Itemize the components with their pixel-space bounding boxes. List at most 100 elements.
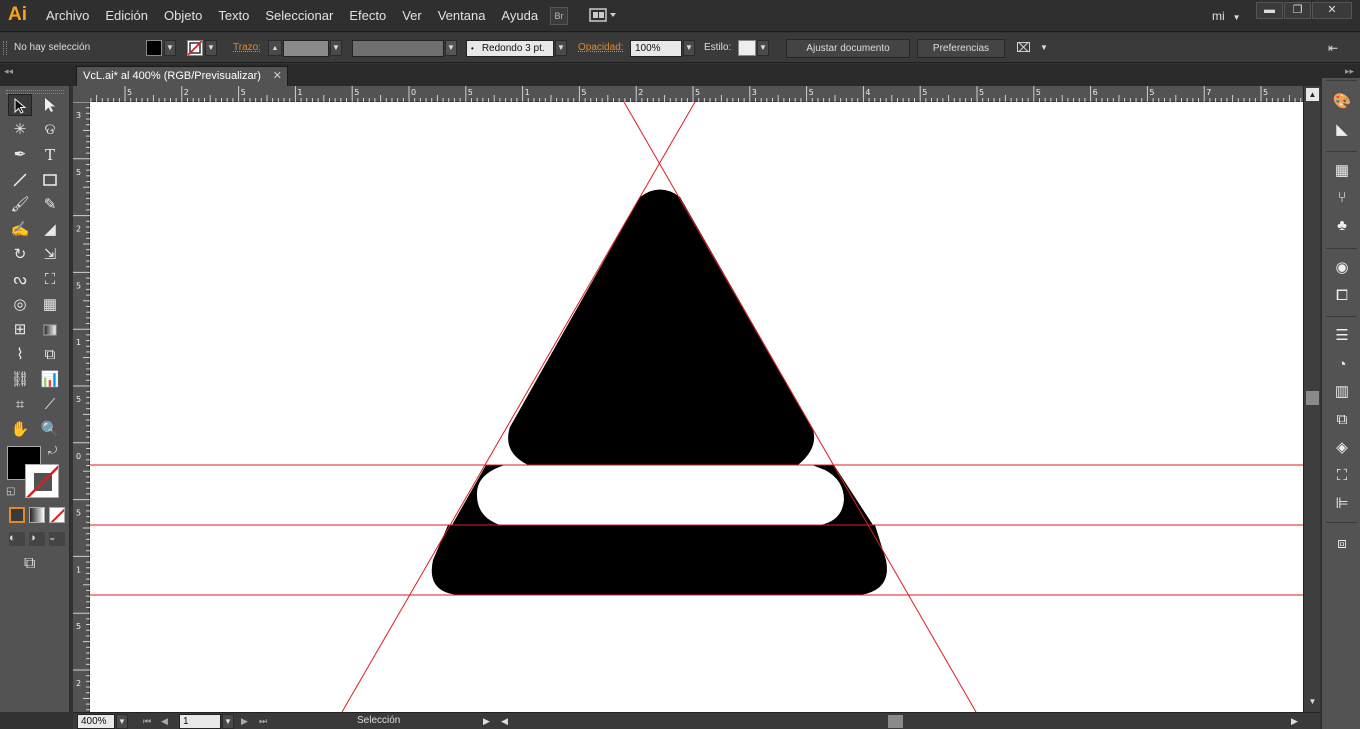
next-artboard-icon[interactable]: ▶ xyxy=(241,714,248,729)
magic-wand-tool[interactable]: ✳ xyxy=(8,119,32,141)
middle-white-band[interactable] xyxy=(477,477,844,525)
stroke-dropdown[interactable]: ▼ xyxy=(205,40,217,56)
close-tab-icon[interactable]: ✕ xyxy=(273,67,282,85)
paintbrush-tool[interactable]: 🖌 xyxy=(8,194,32,216)
preferences-button[interactable]: Preferencias xyxy=(917,39,1005,58)
eyedropper-tool[interactable]: ⌇ xyxy=(8,344,32,366)
draw-behind-button[interactable]: ◑ xyxy=(29,532,45,546)
default-colors-icon[interactable]: ◱ xyxy=(6,486,15,497)
transform-icon[interactable]: ⛶ xyxy=(1330,464,1354,488)
symbol-sprayer-tool[interactable]: ⛓ xyxy=(8,369,32,391)
collapse-right-icon[interactable]: ▸▸ xyxy=(1345,66,1354,77)
type-tool[interactable]: T xyxy=(38,144,62,166)
artboard-canvas[interactable] xyxy=(90,102,1303,712)
zoom-dropdown[interactable]: ▼ xyxy=(116,714,128,729)
stroke-weight-field[interactable] xyxy=(283,40,329,57)
menu-edicion[interactable]: Edición xyxy=(97,0,156,32)
scroll-up-button[interactable]: ▲ xyxy=(1306,88,1319,101)
opacity-label[interactable]: Opacidad: xyxy=(578,33,624,63)
brush-definition-field[interactable]: • Redondo 3 pt. xyxy=(466,40,554,57)
menu-texto[interactable]: Texto xyxy=(210,0,257,32)
style-dropdown[interactable]: ▼ xyxy=(757,40,769,56)
control-bar-grip[interactable] xyxy=(3,41,7,55)
menu-seleccionar[interactable]: Seleccionar xyxy=(257,0,341,32)
gradient-panel-icon[interactable]: ▥ xyxy=(1330,380,1354,404)
color-guide-icon[interactable]: ◣ xyxy=(1330,118,1354,142)
screen-mode-button[interactable]: ⧉ xyxy=(24,555,35,573)
appearance-icon[interactable]: ☰ xyxy=(1330,324,1354,348)
direct-selection-tool[interactable] xyxy=(38,94,62,116)
vertical-ruler[interactable]: 3 5 2 5 1 5 0 5 1 5 2 xyxy=(73,102,90,712)
opacity-dropdown[interactable]: ▼ xyxy=(683,40,695,56)
artboard-tool[interactable]: ⌗ xyxy=(8,394,32,416)
artboard-dropdown[interactable]: ▼ xyxy=(222,714,234,729)
profile-dropdown[interactable]: ▼ xyxy=(445,40,457,56)
swatches-icon[interactable]: ▦ xyxy=(1330,159,1354,183)
stroke-weight-dropdown[interactable]: ▼ xyxy=(330,40,342,56)
menu-archivo[interactable]: Archivo xyxy=(38,0,97,32)
previous-artboard-icon[interactable]: ◀ xyxy=(161,714,168,729)
menu-efecto[interactable]: Efecto xyxy=(341,0,394,32)
menu-objeto[interactable]: Objeto xyxy=(156,0,210,32)
first-artboard-icon[interactable]: ⏮ xyxy=(143,714,151,729)
menu-ventana[interactable]: Ventana xyxy=(430,0,494,32)
scroll-left-button[interactable]: ◀ xyxy=(501,714,508,729)
document-setup-button[interactable]: Ajustar documento xyxy=(786,39,910,58)
draw-inside-button[interactable]: ◒ xyxy=(49,532,65,546)
brushes-icon[interactable]: ⑂ xyxy=(1330,186,1354,210)
stroke-label[interactable]: Trazo: xyxy=(233,33,261,63)
stroke-panel-icon[interactable]: ◉ xyxy=(1330,256,1354,280)
graphic-styles-icon[interactable]: ⧠ xyxy=(1330,284,1354,308)
mesh-tool[interactable]: ⊞ xyxy=(8,319,32,341)
stroke-swatch[interactable] xyxy=(187,40,203,56)
scroll-right-button[interactable]: ▶ xyxy=(1291,714,1298,729)
transparency-icon[interactable]: ◔ xyxy=(1330,353,1354,377)
line-segment-tool[interactable] xyxy=(8,169,32,191)
column-graph-tool[interactable]: 📊 xyxy=(38,369,62,391)
control-panel-menu-icon[interactable]: ⇤ xyxy=(1328,33,1338,63)
color-panel-icon[interactable]: 🎨 xyxy=(1330,90,1354,114)
horizontal-ruler[interactable]: 5 2 5 1 5 0 5 1 5 2 5 3 5 4 5 5 5 6 5 7 5 xyxy=(90,86,1303,102)
fill-swatch[interactable] xyxy=(146,40,162,56)
selection-tool[interactable] xyxy=(8,94,32,116)
collapse-left-icon[interactable]: ◂◂ xyxy=(4,66,13,77)
style-swatch[interactable] xyxy=(738,40,756,56)
color-mode-button[interactable] xyxy=(9,507,25,523)
isolate-icon[interactable]: ⌧ xyxy=(1016,33,1031,63)
scale-tool[interactable]: ⇲ xyxy=(38,244,62,266)
none-mode-button[interactable] xyxy=(49,507,65,523)
artboards-icon[interactable]: ⧉ xyxy=(1330,408,1354,432)
bridge-button[interactable]: Br xyxy=(550,7,568,25)
blob-brush-tool[interactable]: ✍ xyxy=(8,219,32,241)
workspace-switcher[interactable]: mi ▼ xyxy=(1212,0,1241,34)
variable-width-profile[interactable] xyxy=(352,40,444,57)
minimize-button[interactable]: ▬ xyxy=(1256,2,1283,19)
warp-tool[interactable]: ᔓ xyxy=(8,269,32,291)
vertical-scroll-thumb[interactable] xyxy=(1306,391,1319,405)
eraser-tool[interactable]: ◢ xyxy=(38,219,62,241)
zoom-tool[interactable]: 🔍 xyxy=(38,419,62,441)
blend-tool[interactable]: ⧉ xyxy=(38,344,62,366)
ruler-origin[interactable] xyxy=(73,86,90,102)
stroke-color-box[interactable] xyxy=(25,464,59,498)
pencil-tool[interactable]: ✎ xyxy=(38,194,62,216)
menu-ayuda[interactable]: Ayuda xyxy=(493,0,546,32)
draw-normal-button[interactable]: ◐ xyxy=(9,532,25,546)
document-tab[interactable]: VcL.ai* al 400% (RGB/Previsualizar) ✕ xyxy=(76,66,288,86)
zoom-field[interactable]: 400% xyxy=(77,714,115,729)
symbols-icon[interactable]: ♣ xyxy=(1330,214,1354,238)
stroke-weight-stepper[interactable]: ▲ xyxy=(268,40,282,56)
free-transform-tool[interactable]: ⛶ xyxy=(38,269,62,291)
fill-dropdown[interactable]: ▼ xyxy=(164,40,176,56)
slice-tool[interactable]: ⟋ xyxy=(38,394,62,416)
restore-button[interactable]: ❐ xyxy=(1284,2,1311,19)
rectangle-tool[interactable] xyxy=(38,169,62,191)
brush-dropdown[interactable]: ▼ xyxy=(555,40,567,56)
rotate-tool[interactable]: ↻ xyxy=(8,244,32,266)
shape-builder-tool[interactable]: ◎ xyxy=(8,294,32,316)
arrange-documents-button[interactable] xyxy=(588,7,618,25)
gradient-mode-button[interactable] xyxy=(29,507,45,523)
horizontal-scroll-thumb[interactable] xyxy=(888,715,903,728)
opacity-field[interactable]: 100% xyxy=(630,40,682,57)
hand-tool[interactable]: ✋ xyxy=(8,419,32,441)
